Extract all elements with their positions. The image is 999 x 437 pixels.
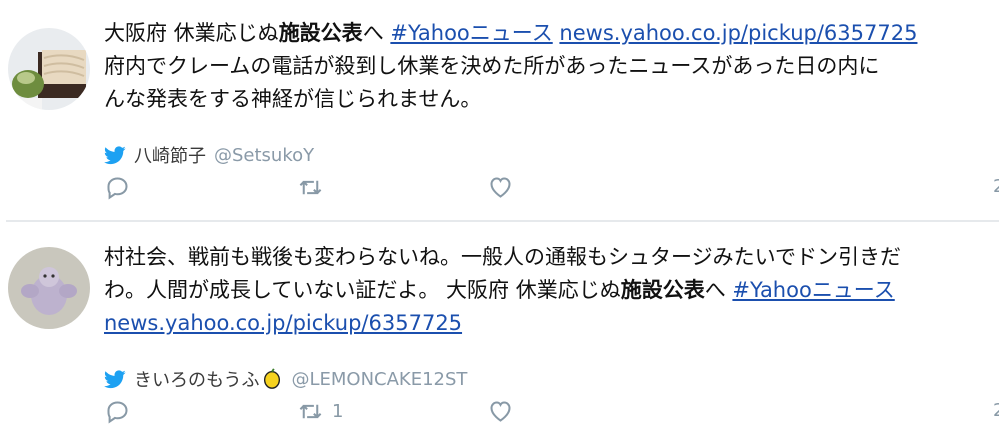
bold-keyword: 施設公表: [620, 278, 705, 302]
tweet-text-segment: へ: [362, 21, 391, 45]
like-button[interactable]: [487, 398, 514, 425]
heart-icon: [490, 401, 511, 422]
author-handle[interactable]: @SetsukoY: [214, 145, 314, 166]
reply-button[interactable]: [104, 398, 131, 425]
tweet-card: 大阪府 休業応じぬ施設公表へ #Yahooニュース news.yahoo.co.…: [0, 0, 999, 221]
tweet-text-segment: わ。人間が成長していない証だよ。 大阪府 休業応じぬ: [104, 278, 621, 302]
author-name[interactable]: きいろのもうふ: [134, 366, 259, 392]
share-count: 2: [993, 176, 999, 197]
tweet-text: 村社会、戦前も戦後も変わらないね。一般人の通報もシュタージみたいでドン引きだ わ…: [104, 241, 999, 340]
author-name[interactable]: 八崎節子: [134, 142, 206, 168]
hashtag-link[interactable]: #Yahooニュース: [732, 278, 894, 302]
tweet-text-line: んな発表をする神経が信じられません。: [104, 87, 482, 111]
reply-button[interactable]: [104, 174, 131, 201]
reply-icon: [107, 177, 128, 200]
reply-icon: [107, 401, 128, 424]
heart-icon: [490, 177, 511, 198]
url-link[interactable]: news.yahoo.co.jp/pickup/6357725: [104, 311, 462, 335]
tweet-text-line: 府内でクレームの電話が殺到し休業を決めた所があったニュースがあった日の内に: [104, 54, 880, 78]
share-count: 2: [993, 400, 999, 421]
like-button[interactable]: [487, 174, 514, 201]
tweet-card: 村社会、戦前も戦後も変わらないね。一般人の通報もシュタージみたいでドン引きだ わ…: [0, 222, 999, 437]
bold-keyword: 施設公表: [278, 21, 363, 45]
tweet-text: 大阪府 休業応じぬ施設公表へ #Yahooニュース news.yahoo.co.…: [104, 17, 999, 116]
tweet-text-segment: 大阪府 休業応じぬ: [104, 21, 279, 45]
twitter-bird-icon: [104, 145, 126, 164]
retweet-button[interactable]: 1: [297, 398, 343, 425]
lemon-emoji-icon: [264, 368, 281, 389]
twitter-bird-icon: [104, 369, 126, 388]
author-row[interactable]: 八崎節子 @SetsukoY: [104, 142, 314, 168]
author-row[interactable]: きいろのもうふ @LEMONCAKE12ST: [104, 366, 467, 392]
tweet-text-line: 村社会、戦前も戦後も変わらないね。一般人の通報もシュタージみたいでドン引きだ: [104, 245, 901, 269]
avatar[interactable]: [8, 28, 90, 110]
hashtag-link[interactable]: #Yahooニュース: [390, 21, 552, 45]
retweet-count: 1: [332, 401, 344, 422]
author-handle[interactable]: @LEMONCAKE12ST: [291, 369, 467, 390]
avatar[interactable]: [8, 247, 90, 329]
tweet-text-segment: へ: [704, 278, 733, 302]
retweet-button[interactable]: [297, 174, 324, 201]
retweet-icon: [299, 404, 322, 419]
url-link[interactable]: news.yahoo.co.jp/pickup/6357725: [559, 21, 917, 45]
retweet-icon: [299, 180, 322, 195]
